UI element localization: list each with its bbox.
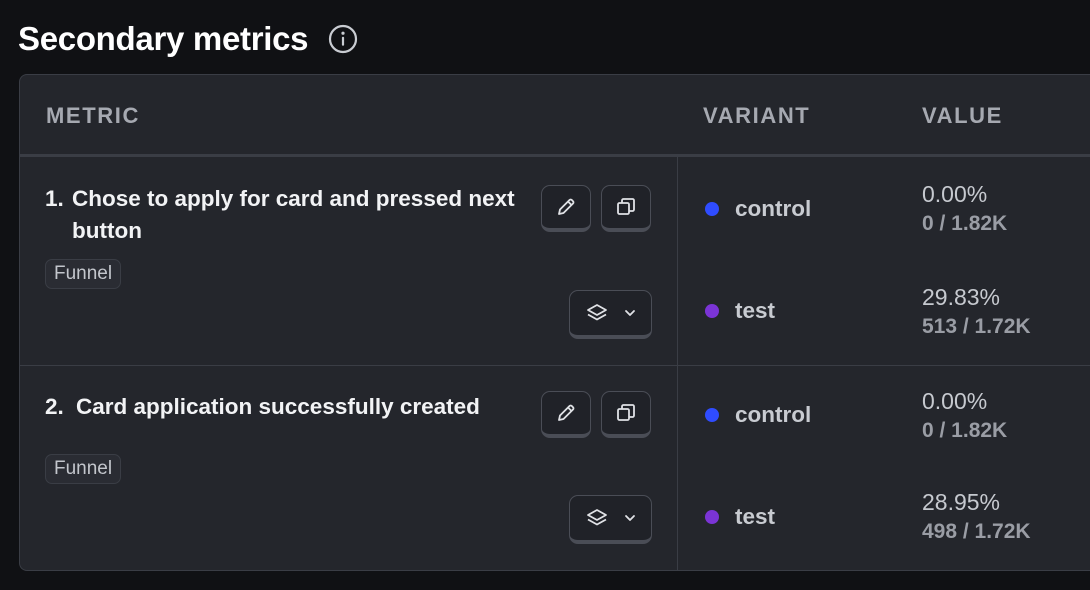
variant-value: 28.95% 498 / 1.72K xyxy=(922,487,1031,547)
layers-icon xyxy=(586,509,607,526)
metric-number: 2. xyxy=(45,394,64,419)
metric-type-badge: Funnel xyxy=(45,454,122,484)
metric-view-dropdown[interactable] xyxy=(569,290,652,339)
conversion-percent: 0.00% xyxy=(922,388,988,414)
edit-metric-button[interactable] xyxy=(541,391,591,438)
copy-icon xyxy=(617,198,635,215)
metric-number: 1. xyxy=(45,186,64,211)
variant-test: test xyxy=(705,298,775,324)
variant-color-dot xyxy=(705,202,719,216)
variant-test: test xyxy=(705,504,775,530)
secondary-metrics-page: Secondary metrics METRIC VARIANT VALUE 1… xyxy=(0,0,1090,590)
info-icon[interactable] xyxy=(328,24,358,54)
conversion-percent: 0.00% xyxy=(922,181,988,207)
chevron-down-icon xyxy=(624,310,635,316)
column-header-variant: VARIANT xyxy=(703,103,811,128)
conversion-count: 0 / 1.82K xyxy=(922,212,1008,235)
variant-control: control xyxy=(705,196,811,222)
metric-type-badge: Funnel xyxy=(45,259,122,289)
section-header: Secondary metrics xyxy=(18,18,358,60)
variant-control: control xyxy=(705,402,811,428)
duplicate-metric-button[interactable] xyxy=(601,185,651,232)
pencil-icon xyxy=(558,404,575,421)
variant-color-dot xyxy=(705,408,719,422)
metric-view-dropdown[interactable] xyxy=(569,495,652,544)
variant-name: control xyxy=(735,402,812,427)
pencil-icon xyxy=(558,198,575,215)
page-title: Secondary metrics xyxy=(18,20,309,57)
conversion-percent: 29.83% xyxy=(922,284,1001,310)
conversion-count: 513 / 1.72K xyxy=(922,315,1031,338)
metric-name: Card application successfully created xyxy=(76,394,480,419)
metric-title: 2. Card application successfully created xyxy=(45,391,555,423)
variant-value: 0.00% 0 / 1.82K xyxy=(922,179,1007,239)
variant-value: 29.83% 513 / 1.72K xyxy=(922,282,1031,342)
column-divider xyxy=(677,157,678,570)
variant-color-dot xyxy=(705,304,719,318)
conversion-count: 0 / 1.82K xyxy=(922,419,1008,442)
variant-name: control xyxy=(735,196,812,221)
edit-metric-button[interactable] xyxy=(541,185,591,232)
metrics-table: METRIC VARIANT VALUE 1. Chose to apply f… xyxy=(19,74,1090,571)
metric-name: Chose to apply for card and pressed next… xyxy=(72,186,515,243)
table-header: METRIC VARIANT VALUE xyxy=(20,75,1090,157)
duplicate-metric-button[interactable] xyxy=(601,391,651,438)
variant-value: 0.00% 0 / 1.82K xyxy=(922,386,1007,446)
variant-color-dot xyxy=(705,510,719,524)
conversion-percent: 28.95% xyxy=(922,489,1001,515)
variant-name: test xyxy=(735,504,776,529)
layers-icon xyxy=(586,304,607,321)
chevron-down-icon xyxy=(624,515,635,521)
column-header-value: VALUE xyxy=(922,103,1003,128)
conversion-count: 498 / 1.72K xyxy=(922,520,1031,543)
copy-icon xyxy=(617,404,635,421)
row-divider xyxy=(20,365,1090,366)
column-header-metric: METRIC xyxy=(46,103,140,128)
variant-name: test xyxy=(735,298,776,323)
metric-title: 1. Chose to apply for card and pressed n… xyxy=(45,183,535,247)
